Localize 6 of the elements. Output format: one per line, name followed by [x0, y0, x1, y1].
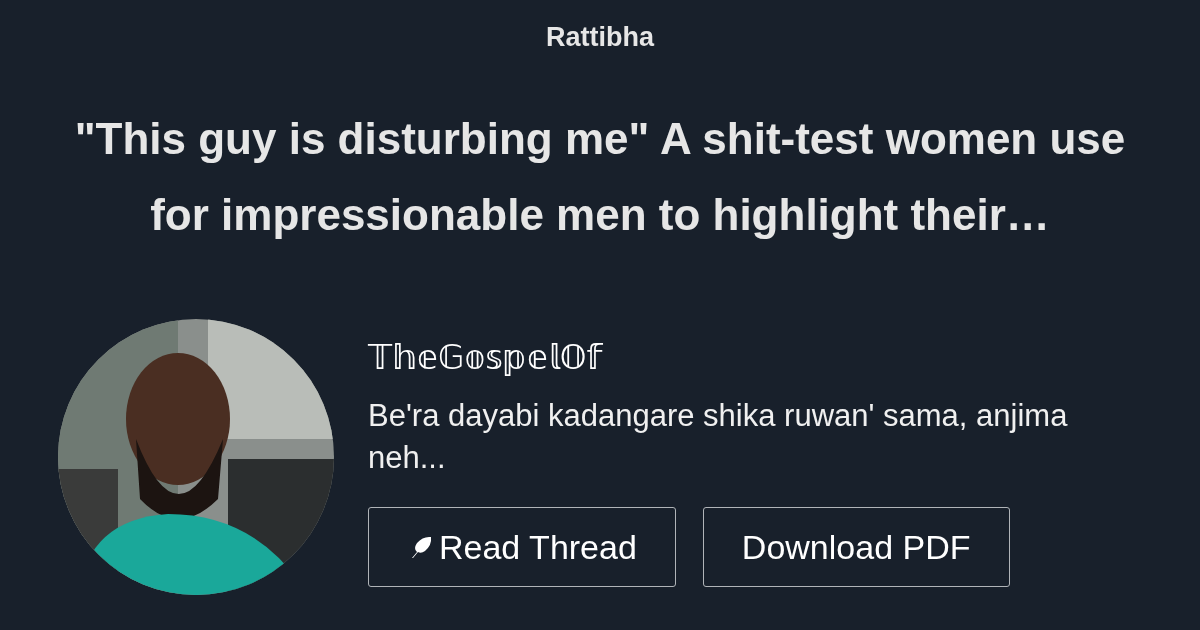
- site-name: Rattibha: [546, 22, 654, 53]
- author-bio: Be'ra dayabi kadangare shika ruwan' sama, anjima neh...: [368, 397, 1069, 477]
- download-button[interactable]: Download PDF: [702, 507, 1010, 587]
- read-thread-button[interactable]: Read Thread: [368, 507, 676, 587]
- thread-title: "This guy is disturbing me" A shit-test women use for impressionable men to highlight their…: [73, 113, 1127, 241]
- author-name: 𝕋𝕙𝕖𝔾𝕠𝕤𝕡𝕖𝕝𝕆𝕗: [368, 336, 603, 379]
